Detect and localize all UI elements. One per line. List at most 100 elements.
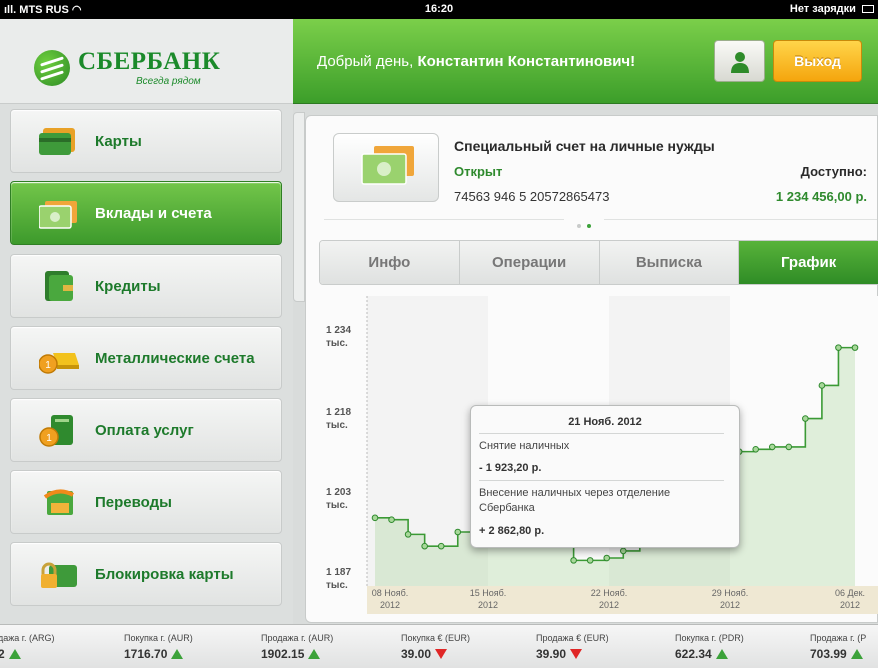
tab-operations[interactable]: Операции [459, 241, 600, 284]
previous-card-edge [293, 112, 305, 302]
tab-chart[interactable]: График [739, 241, 878, 284]
chart-point[interactable] [586, 557, 594, 564]
battery-label: Нет зарядки [789, 3, 856, 15]
user-icon [731, 52, 749, 73]
arrow-up-icon [715, 649, 728, 659]
tab-statement[interactable]: Выписка [599, 241, 740, 284]
tooltip-operation-type: Внесение наличных через отделение Сберба… [479, 487, 671, 514]
tooltip-operation-type: Снятие наличных [479, 440, 570, 452]
ticker-item: Покупка г. (AUR) 1716.70 [124, 633, 193, 661]
greeting-prefix: Добрый день, [317, 53, 414, 70]
chart-point[interactable] [437, 542, 445, 550]
sidebar-item-label: Кредиты [95, 278, 161, 295]
sidebar-item-cards[interactable]: Карты [10, 109, 282, 173]
arrow-up-icon [8, 649, 21, 659]
ticker-item: Продажа г. (P 703.99 [810, 633, 867, 661]
chart-point[interactable] [454, 528, 462, 536]
tooltip-operation-amount: - 1 923,20 р. [479, 462, 542, 474]
chart-point[interactable] [818, 382, 826, 389]
ticker-item: Покупка г. (PDR) 622.34 [675, 633, 744, 661]
deposits-icon [39, 201, 77, 229]
available-balance: 1 234 456,00 р. [775, 189, 867, 204]
account-title: Специальный счет на личные нужды [454, 138, 715, 154]
ticker-item: дажа г. (ARG) 2 [0, 633, 55, 661]
payments-icon: 1 [39, 415, 73, 447]
chart-tooltip: 21 Нояб. 2012 Снятие наличных - 1 923,20… [470, 405, 740, 548]
logo-name: СБЕРБАНК [78, 48, 221, 75]
ticker-item: Продажа € (EUR) 39.90 [536, 633, 609, 661]
x-tick-label: 22 Нояб. 2012 [590, 588, 628, 610]
sidebar-item-label: Металлические счета [95, 350, 255, 367]
account-status: Открыт [454, 164, 503, 179]
sidebar-item-deposits[interactable]: Вклады и счета [10, 181, 282, 245]
y-tick-label: 1 187 тыс. [326, 567, 352, 591]
sidebar-item-label: Оплата услуг [95, 422, 194, 439]
sidebar-item-metal-accounts[interactable]: 1 Металлические счета [10, 326, 282, 390]
battery-status: Нет зарядки [790, 3, 874, 15]
chart-point[interactable] [851, 344, 859, 351]
logo-slogan: Всегда рядом [136, 76, 201, 87]
chart-point[interactable] [619, 547, 627, 555]
sidebar-item-label: Блокировка карты [95, 566, 234, 583]
account-number: 74563 946 5 20572865473 [454, 189, 610, 204]
arrow-up-icon [308, 649, 321, 659]
x-tick-label: 15 Нояб. 2012 [469, 588, 507, 610]
tab-bar: Инфо Операции Выписка График [319, 240, 878, 285]
x-tick-label: 08 Нояб. 2012 [371, 588, 409, 610]
clock: 16:20 [424, 3, 454, 15]
tooltip-operation-amount: + 2 862,80 р. [479, 525, 545, 537]
arrow-down-icon [570, 649, 583, 659]
svg-text:1: 1 [45, 360, 51, 371]
currency-ticker: дажа г. (ARG) 2 Покупка г. (AUR) 1716.70… [0, 624, 878, 668]
logo-area: СБЕРБАНК Всегда рядом [0, 19, 293, 104]
chart-point[interactable] [371, 514, 379, 522]
chart-point[interactable] [570, 557, 577, 564]
credits-icon [45, 271, 73, 301]
sidebar-item-label: Карты [95, 133, 142, 150]
status-bar: ıll. MTS RUS ◠ 16:20 Нет зарядки [0, 0, 878, 19]
metal-accounts-icon: 1 [39, 353, 79, 374]
tab-info[interactable]: Инфо [320, 241, 460, 284]
battery-icon [862, 5, 874, 13]
x-tick-label: 06 Дек. 2012 [834, 588, 866, 610]
svg-text:1: 1 [46, 433, 52, 444]
chart-point[interactable] [785, 443, 793, 451]
chart-point[interactable] [404, 531, 412, 538]
ticker-item: Покупка € (EUR) 39.00 [401, 633, 471, 661]
banknotes-icon [361, 146, 414, 185]
ticker-item: Продажа г. (AUR) 1902.15 [261, 633, 334, 661]
arrow-up-icon [171, 649, 184, 659]
arrow-down-icon [435, 649, 448, 659]
available-label: Доступно: [800, 164, 867, 179]
chart-point[interactable] [388, 516, 395, 524]
sidebar-item-label: Переводы [95, 494, 172, 511]
divider [479, 433, 724, 434]
greeting: Добрый день, Константин Константинович! [317, 53, 635, 70]
user-name: Константин Константинович! [417, 53, 636, 70]
profile-button[interactable] [714, 40, 765, 82]
divider [479, 480, 724, 481]
y-tick-label: 1 234 тыс. [326, 325, 352, 349]
y-tick-label: 1 203 тыс. [326, 487, 352, 511]
cards-icon [39, 128, 75, 155]
y-tick-label: 1 218 тыс. [326, 407, 352, 431]
chart-point[interactable] [802, 415, 809, 422]
logout-button[interactable]: Выход [773, 40, 862, 82]
sidebar-item-transfers[interactable]: Переводы [10, 470, 282, 534]
tooltip-date: 21 Нояб. 2012 [568, 416, 642, 428]
account-icon [333, 133, 439, 202]
sberbank-logo-icon [34, 50, 70, 86]
x-tick-label: 29 Нояб. 2012 [711, 588, 749, 610]
chart-point[interactable] [752, 445, 759, 453]
chart-point[interactable] [421, 542, 428, 550]
header-bar: Добрый день, Константин Константинович! … [293, 19, 878, 104]
sidebar-item-payments[interactable]: 1 Оплата услуг [10, 398, 282, 462]
page-indicator[interactable] [564, 215, 604, 228]
lock-card-icon [41, 562, 77, 588]
chart-point[interactable] [603, 554, 611, 562]
sidebar-item-lock-card[interactable]: Блокировка карты [10, 542, 282, 606]
chart-point[interactable] [835, 344, 842, 351]
sidebar-item-credits[interactable]: Кредиты [10, 254, 282, 318]
chart-point[interactable] [768, 443, 776, 451]
arrow-up-icon [850, 649, 863, 659]
